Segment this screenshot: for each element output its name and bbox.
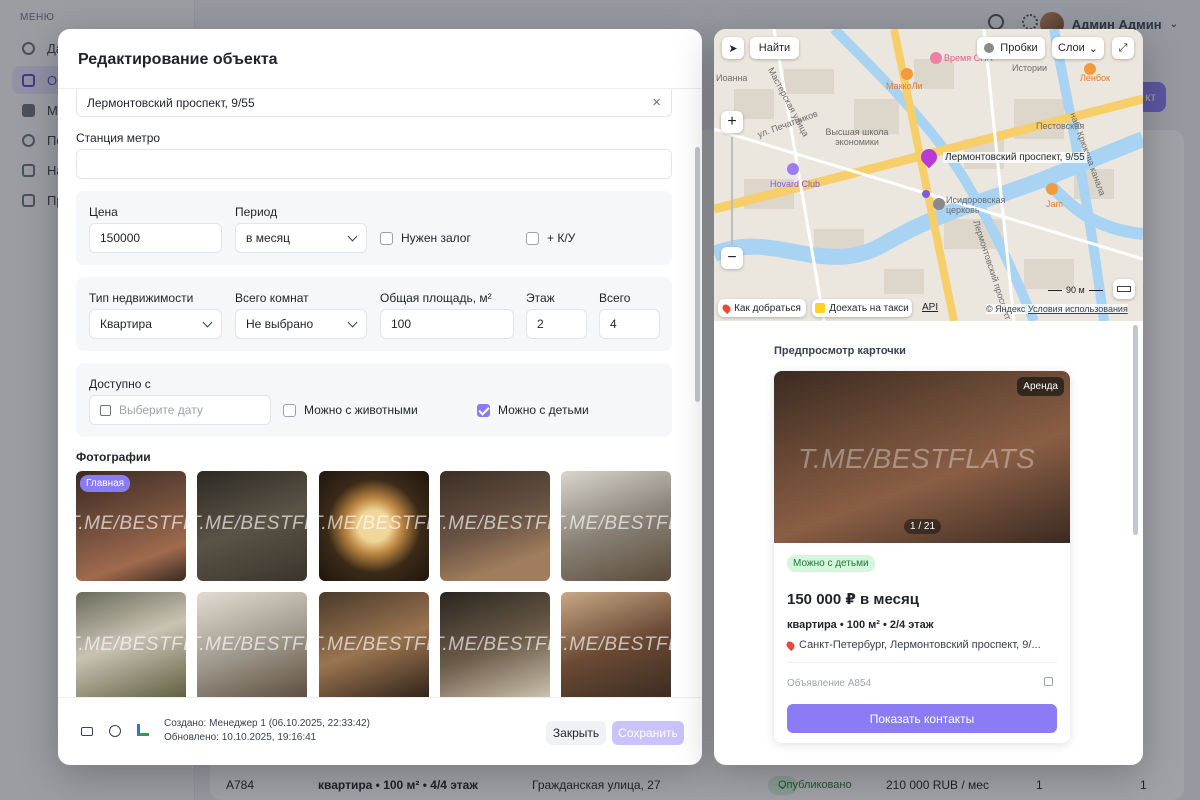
- photo-thumb[interactable]: T.ME/BESTFLATS: [319, 471, 429, 581]
- fullscreen-button[interactable]: ⤢: [1112, 37, 1134, 59]
- metro-label: Станция метро: [76, 131, 161, 145]
- chevron-down-icon: [347, 231, 358, 242]
- layers-button[interactable]: Слои ⌄: [1052, 37, 1104, 59]
- chart-icon[interactable]: [137, 724, 149, 736]
- preview-caption: Предпросмотр карточки: [774, 345, 906, 357]
- chevron-down-icon: [202, 317, 213, 328]
- period-label: Период: [235, 205, 278, 219]
- modal-footer: Создано: Менеджер 1 (06.10.2025, 22:33:4…: [58, 697, 702, 765]
- save-button[interactable]: Сохранить: [612, 721, 684, 745]
- photo-thumb[interactable]: T.ME/BESTFLATSГлавная: [76, 471, 186, 581]
- deposit-checkbox[interactable]: Нужен залог: [380, 231, 471, 245]
- available-label: Доступно с: [89, 377, 151, 391]
- price-input[interactable]: 150000: [89, 223, 222, 253]
- clear-icon[interactable]: ×: [652, 94, 661, 111]
- navigation-icon: ➤: [728, 42, 738, 55]
- photo-thumb[interactable]: T.ME/BESTFLATS: [197, 471, 307, 581]
- ruler-button[interactable]: [1113, 279, 1135, 299]
- taxi-icon: [815, 303, 826, 313]
- photo-thumb[interactable]: T.ME/BESTFLATS: [440, 592, 550, 697]
- info-icon[interactable]: [109, 725, 121, 737]
- floor-input[interactable]: 2: [526, 309, 587, 339]
- total-floors-input[interactable]: 4: [599, 309, 660, 339]
- rooms-select[interactable]: Не выбрано: [235, 309, 367, 339]
- main-photo-badge: Главная: [80, 475, 131, 492]
- traffic-icon: [984, 43, 995, 53]
- photo-thumb[interactable]: T.ME/BESTFLATS: [76, 592, 186, 697]
- rent-badge: Аренда: [1017, 377, 1064, 396]
- show-contacts-button[interactable]: Показать контакты: [787, 704, 1057, 733]
- map-attribution: © Яндекс Условия использования: [986, 304, 1128, 314]
- zoom-in-button[interactable]: +: [721, 111, 743, 133]
- zoom-out-button[interactable]: −: [721, 247, 743, 269]
- period-select[interactable]: в месяц: [235, 223, 367, 253]
- map-find-button[interactable]: Найти: [750, 37, 799, 59]
- route-button[interactable]: Как добраться: [718, 299, 806, 317]
- photo-counter: 1 / 21: [904, 519, 942, 534]
- chevron-down-icon: ⌄: [1088, 42, 1098, 55]
- zoom-slider[interactable]: [731, 137, 733, 245]
- listing-address: Санкт-Петербург, Лермонтовский проспект,…: [784, 639, 1041, 651]
- ruler-icon: [1117, 286, 1131, 292]
- modal-scrollbar[interactable]: [695, 147, 700, 402]
- modal-title: Редактирование объекта: [78, 51, 278, 68]
- plus-icon: +: [727, 113, 737, 130]
- listing-card: T.ME/BESTFLATS Аренда 1 / 21 Можно с дет…: [774, 371, 1070, 743]
- rooms-label: Всего комнат: [235, 291, 309, 305]
- modal-body: Лермонтовский проспект, 9/55 × Станция м…: [58, 89, 702, 697]
- preview-panel: Время СПА МаккоЛи Высшая школа экономики…: [714, 29, 1143, 765]
- geolocate-button[interactable]: ➤: [722, 37, 744, 59]
- price-label: Цена: [89, 205, 118, 219]
- photo-thumb[interactable]: T.ME/BESTFLATS: [319, 592, 429, 697]
- location-pin-icon: [784, 639, 797, 651]
- kids-checkbox[interactable]: Можно с детьми: [477, 403, 589, 417]
- pets-checkbox[interactable]: Можно с животными: [283, 403, 418, 417]
- traffic-button[interactable]: Пробки: [977, 37, 1045, 59]
- photo-thumb[interactable]: T.ME/BESTFLATS: [440, 471, 550, 581]
- photos-label: Фотографии: [76, 450, 151, 464]
- expand-icon: ⤢: [1118, 41, 1128, 54]
- minus-icon: −: [727, 249, 737, 266]
- preview-scrollbar[interactable]: [1133, 325, 1138, 535]
- close-button[interactable]: Закрыть: [546, 721, 606, 745]
- date-picker[interactable]: Выберите дату: [89, 395, 271, 425]
- metro-input[interactable]: [76, 149, 672, 179]
- divider: [787, 662, 1057, 663]
- photo-thumb[interactable]: T.ME/BESTFLATS: [197, 592, 307, 697]
- taxi-button[interactable]: Доехать на такси: [812, 299, 912, 317]
- terms-link[interactable]: Условия использования: [1028, 304, 1128, 314]
- edit-object-modal: Редактирование объекта Лермонтовский про…: [58, 29, 702, 765]
- scale-bar: 90 м: [1048, 285, 1103, 295]
- area-input[interactable]: 100: [380, 309, 514, 339]
- ad-id: Объявление A854: [787, 678, 872, 689]
- type-select[interactable]: Квартира: [89, 309, 222, 339]
- area-label: Общая площадь, м²: [380, 291, 492, 305]
- map[interactable]: Время СПА МаккоЛи Высшая школа экономики…: [714, 29, 1143, 321]
- api-link[interactable]: API: [922, 302, 938, 313]
- location-pin-icon: [720, 302, 733, 314]
- address-input[interactable]: Лермонтовский проспект, 9/55 ×: [76, 89, 672, 117]
- type-label: Тип недвижимости: [89, 291, 194, 305]
- modal-header: Редактирование объекта: [58, 29, 702, 89]
- photo-thumb[interactable]: T.ME/BESTFLATS: [561, 592, 671, 697]
- keyboard-icon[interactable]: [81, 727, 93, 736]
- listing-photo[interactable]: T.ME/BESTFLATS Аренда 1 / 21: [774, 371, 1070, 543]
- external-link-icon[interactable]: [1044, 677, 1053, 686]
- audit-meta: Создано: Менеджер 1 (06.10.2025, 22:33:4…: [164, 718, 370, 743]
- calendar-icon: [100, 404, 111, 416]
- kids-tag: Можно с детьми: [787, 555, 875, 572]
- photo-thumb[interactable]: T.ME/BESTFLATS: [561, 471, 671, 581]
- listing-price: 150 000 ₽ в месяц: [787, 591, 919, 608]
- utilities-checkbox[interactable]: + К/У: [526, 231, 575, 245]
- listing-spec: квартира • 100 м² • 2/4 этаж: [787, 619, 934, 631]
- floor-label: Этаж: [526, 291, 555, 305]
- chevron-down-icon: [347, 317, 358, 328]
- total-floors-label: Всего: [599, 291, 631, 305]
